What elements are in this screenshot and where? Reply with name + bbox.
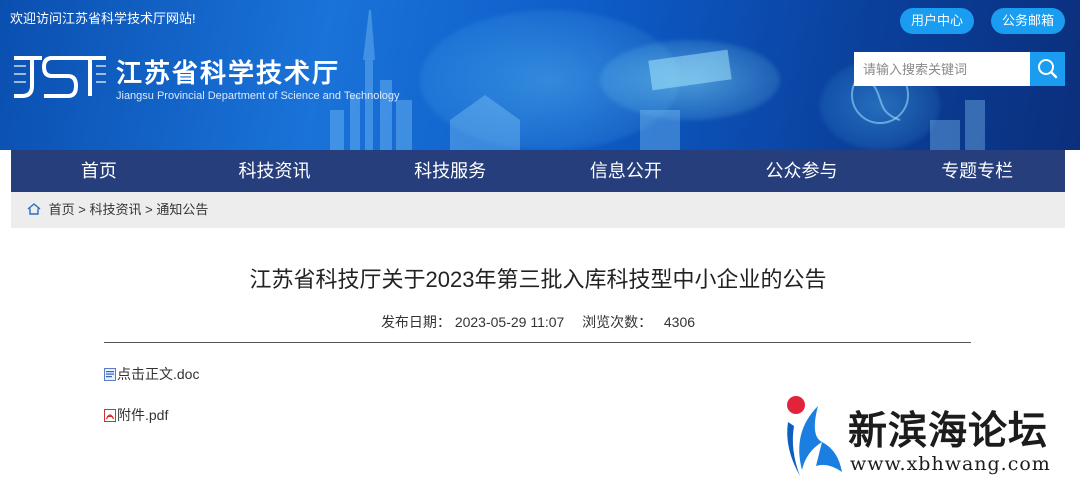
views-label: 浏览次数： bbox=[582, 314, 653, 330]
welcome-text: 欢迎访问江苏省科学技术厅网站! bbox=[10, 11, 196, 26]
watermark: 新滨海论坛 www.xbhwang.com bbox=[782, 392, 1072, 488]
title-divider bbox=[104, 342, 971, 343]
breadcrumb-separator: > bbox=[78, 202, 86, 217]
watermark-title: 新滨海论坛 bbox=[848, 409, 1049, 454]
article-title: 江苏省科技厅关于2023年第三批入库科技型中小企业的公告 bbox=[249, 267, 827, 292]
nav-item-info-disclosure[interactable]: 信息公开 bbox=[538, 150, 714, 192]
xinbinhai-logo-icon bbox=[787, 396, 842, 476]
nav-item-tech-services[interactable]: 科技服务 bbox=[362, 150, 538, 192]
header-banner: 欢迎访问江苏省科学技术厅网站! 用户中心 公务邮箱 江苏省科学技术厅 Jiang… bbox=[0, 0, 1080, 150]
date-label: 发布日期： bbox=[380, 314, 451, 330]
breadcrumb-notices-link[interactable]: 通知公告 bbox=[156, 202, 208, 217]
logo-title-en: Jiangsu Provincial Department of Science… bbox=[116, 90, 400, 102]
breadcrumb: 首页 > 科技资讯 > 通知公告 bbox=[11, 192, 1065, 228]
watermark-url: www.xbhwang.com bbox=[850, 453, 1051, 475]
nav-item-home[interactable]: 首页 bbox=[11, 150, 187, 192]
home-icon bbox=[27, 203, 41, 215]
article-meta: 发布日期： 2023-05-29 11:07 浏览次数： 4306 bbox=[11, 312, 1065, 332]
search-button[interactable] bbox=[1030, 52, 1065, 86]
doc-file-icon bbox=[104, 367, 116, 381]
attachment-doc-link[interactable]: 点击正文.doc bbox=[104, 364, 199, 384]
logo-title-cn: 江苏省科学技术厅 bbox=[116, 58, 341, 88]
publish-date: 2023-05-29 11:07 bbox=[454, 314, 565, 330]
breadcrumb-home-link[interactable]: 首页 bbox=[49, 202, 75, 217]
breadcrumb-separator: > bbox=[145, 202, 153, 217]
attachment-pdf-link[interactable]: 附件.pdf bbox=[104, 405, 168, 425]
attachment-doc-label: 点击正文.doc bbox=[117, 366, 200, 382]
views-count: 4306 bbox=[663, 314, 696, 330]
nav-item-special-topics[interactable]: 专题专栏 bbox=[889, 150, 1065, 192]
jst-logo-icon[interactable] bbox=[12, 52, 108, 102]
main-nav: 首页 科技资讯 科技服务 信息公开 公众参与 专题专栏 bbox=[11, 150, 1065, 192]
user-center-button[interactable]: 用户中心 bbox=[900, 8, 974, 34]
public-mail-button[interactable]: 公务邮箱 bbox=[991, 8, 1065, 34]
breadcrumb-tech-news-link[interactable]: 科技资讯 bbox=[89, 202, 141, 217]
attachment-pdf-label: 附件.pdf bbox=[117, 407, 169, 423]
search-box bbox=[854, 52, 1065, 86]
nav-item-tech-news[interactable]: 科技资讯 bbox=[187, 150, 363, 192]
search-input[interactable] bbox=[854, 52, 1030, 86]
nav-item-public-participation[interactable]: 公众参与 bbox=[714, 150, 890, 192]
pdf-file-icon bbox=[104, 408, 116, 422]
search-icon bbox=[1038, 59, 1058, 79]
